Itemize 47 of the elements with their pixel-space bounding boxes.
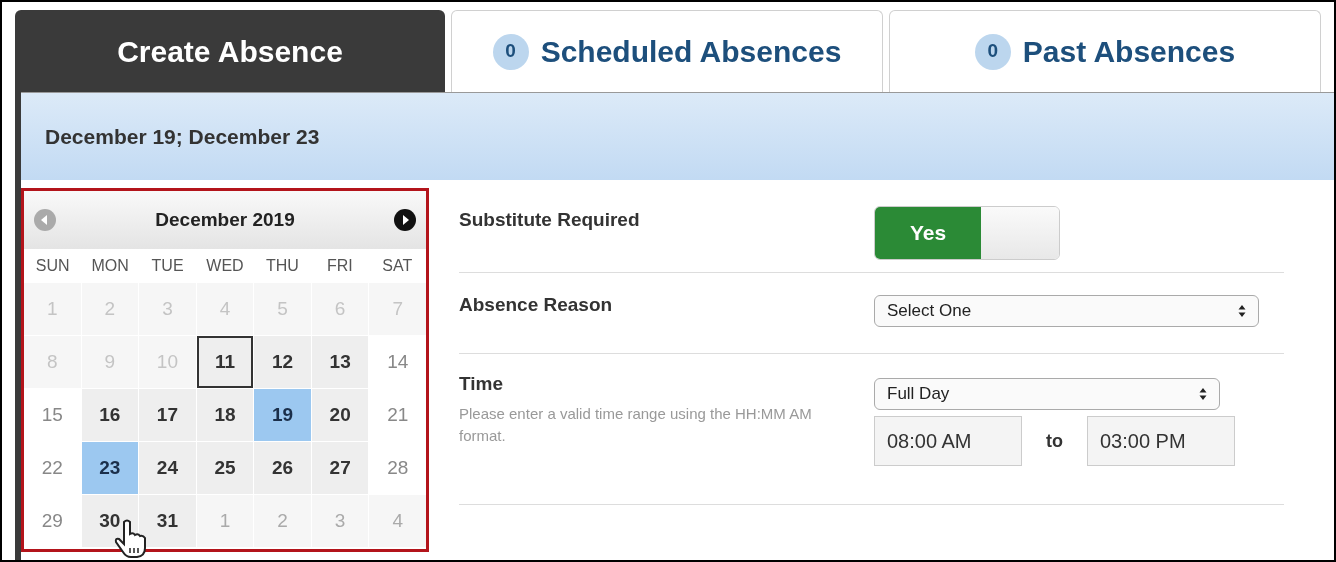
next-month-icon[interactable] xyxy=(394,209,416,231)
select-field[interactable]: Full Day xyxy=(874,378,1220,410)
calendar-day[interactable]: 23 xyxy=(81,442,139,494)
weekday-label: SAT xyxy=(381,256,414,276)
field-hint: Please enter a valid time range using the HH:MM AM format. xyxy=(459,403,813,446)
weekday-label: SUN xyxy=(34,256,71,276)
tab-label: Create Absence xyxy=(117,33,343,70)
updown-caret-icon xyxy=(1238,304,1246,318)
weekday-label: MON xyxy=(90,256,130,276)
tab[interactable]: 0 Scheduled Absences xyxy=(451,10,883,92)
end-time-field[interactable]: 03:00 PM xyxy=(1087,416,1235,466)
calendar-day[interactable]: 27 xyxy=(311,442,369,494)
weekday-label: THU xyxy=(264,256,300,276)
field-label: Time xyxy=(459,372,504,396)
tab-label: Past Absences xyxy=(1022,34,1236,70)
count-badge: 0 xyxy=(974,33,1011,70)
calendar-day[interactable]: 13 xyxy=(311,336,369,388)
tab-label: Scheduled Absences xyxy=(540,34,842,70)
tab[interactable]: Create Absence xyxy=(15,10,445,92)
calendar-day[interactable]: 18 xyxy=(196,389,254,441)
start-time-field[interactable]: 08:00 AM xyxy=(874,416,1022,466)
select-field[interactable]: Select One xyxy=(874,295,1259,327)
field-label: Substitute Required xyxy=(459,208,641,232)
month-title: December 2019 xyxy=(155,207,295,232)
tab[interactable]: 0 Past Absences xyxy=(889,10,1321,92)
weekday-label: TUE xyxy=(150,256,185,276)
calendar-day[interactable]: 26 xyxy=(254,442,311,494)
updown-caret-icon xyxy=(1199,387,1207,401)
calendar-day[interactable]: 25 xyxy=(196,442,254,494)
select-value: Select One xyxy=(887,300,972,323)
calendar-day[interactable]: 12 xyxy=(254,336,311,388)
substitute-toggle[interactable]: Yes xyxy=(874,206,1060,260)
toggle-label: Yes xyxy=(875,207,981,259)
count-badge: 0 xyxy=(492,33,529,70)
calendar-day[interactable]: 20 xyxy=(311,389,369,441)
weekday-label: FRI xyxy=(325,256,354,276)
calendar-day[interactable]: 31 xyxy=(139,495,196,547)
calendar-day[interactable]: 24 xyxy=(139,442,196,494)
field-label: Absence Reason xyxy=(459,293,614,317)
selected-dates: December 19; December 23 xyxy=(45,123,320,150)
select-value: Full Day xyxy=(887,383,950,406)
calendar-day[interactable]: 17 xyxy=(139,389,196,441)
range-separator: to xyxy=(1045,429,1064,453)
calendar-day[interactable]: 19 xyxy=(254,389,311,441)
calendar-day[interactable]: 11 xyxy=(196,336,254,388)
weekday-label: WED xyxy=(205,256,245,276)
calendar-day[interactable]: 16 xyxy=(81,389,139,441)
